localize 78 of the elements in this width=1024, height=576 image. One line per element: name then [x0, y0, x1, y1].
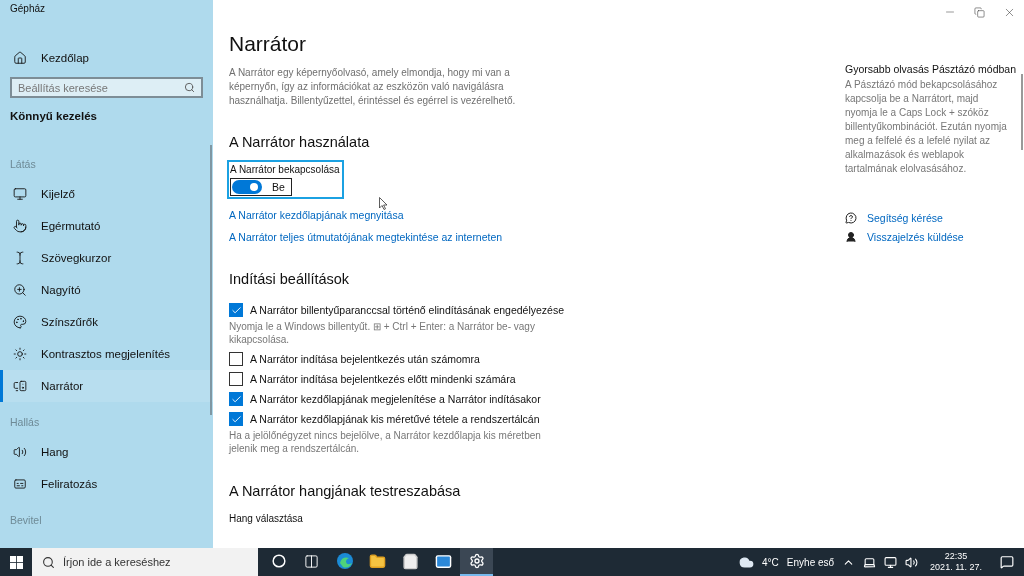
aside-text: A Pásztázó mód bekapcsolásához kapcsolja be a Narrátort, majd nyomja le a Caps Lock + szóköz billentyűkombinációt. Ezután nyomja meg a felfelé és a lefelé nyilat az alkalmazások és weblapok tartalmának elolvasásához.	[845, 78, 1008, 176]
hint-text: Nyomja le a Windows billentyűt. ⊞ + Ctrl + Enter: a Narrátor be- vagy kikapcsolása.	[229, 320, 536, 346]
taskbar-button[interactable]	[460, 548, 493, 576]
taskbar-search-field[interactable]: Írjon ide a kereséshez	[32, 548, 258, 576]
checkbox-label: A Narrátor kezdőlapjának megjelenítése a Narrátor indításakor	[250, 393, 541, 405]
toggle-switch[interactable]	[232, 180, 262, 194]
zoom-in-icon	[13, 283, 27, 297]
help-icon	[845, 212, 857, 224]
search-icon	[42, 555, 55, 569]
circle-icon	[271, 554, 286, 568]
check-icon	[230, 393, 242, 405]
home-icon	[13, 51, 27, 66]
settings-icon	[468, 553, 485, 569]
clock[interactable]: 22:35 2021. 11. 27.	[930, 551, 982, 573]
section-heading: A Narrátor használata	[229, 134, 370, 150]
link[interactable]: Segítség kérése	[845, 212, 943, 224]
person-icon	[845, 231, 857, 243]
nav-item[interactable]: Kezdőlap	[0, 44, 213, 73]
checkbox-label: A Narrátor indítása bejelentkezés után számomra	[250, 353, 480, 365]
task-view-icon	[304, 553, 319, 569]
edge-icon	[335, 552, 354, 570]
mail-icon	[435, 552, 452, 570]
link[interactable]: A Narrátor teljes útmutatójának megtekintése az interneten	[229, 231, 503, 243]
checkbox[interactable]	[229, 412, 243, 426]
checkbox[interactable]	[229, 303, 243, 317]
nav-item[interactable]: Szövegkurzor	[0, 242, 213, 274]
nav-item[interactable]: Kontrasztos megjelenítés	[0, 338, 213, 370]
hand-pointer-icon	[13, 219, 27, 233]
checkbox[interactable]	[229, 372, 243, 386]
checkbox[interactable]	[229, 392, 243, 406]
section-heading: A Narrátor hangjának testreszabása	[229, 483, 461, 499]
section-title: Könnyű kezelés	[10, 110, 97, 122]
nav-item[interactable]: Nagyító	[0, 274, 213, 306]
nav-item[interactable]: Egérmutató	[0, 210, 213, 242]
check-icon	[230, 413, 242, 425]
weather-temperature: 4°C	[762, 556, 779, 568]
group-heading: Hallás	[10, 416, 40, 428]
monitor-icon	[13, 187, 27, 201]
notification-icon[interactable]	[1000, 555, 1014, 569]
checkbox-label: A Narrátor indítása bejelentkezés előtt mindenki számára	[250, 373, 516, 385]
search-icon	[184, 82, 195, 94]
nav-item[interactable]: Színszűrők	[0, 306, 213, 338]
group-heading: Látás	[10, 158, 36, 170]
section-heading: Indítási beállítások	[229, 271, 350, 287]
description: A Narrátor egy képernyőolvasó, amely elmondja, hogy mi van a képernyőn, így az információkat az eszközön való navigálásra használhatja. Billentyűzettel, érintéssel és egérrel is vezérelhető.	[229, 66, 517, 108]
mouse-cursor-icon	[379, 197, 388, 210]
monitor-icon[interactable]	[884, 555, 898, 569]
monitor-speaker-icon	[13, 379, 27, 393]
speaker-icon	[13, 445, 27, 459]
link[interactable]: A Narrátor kezdőlapjának megnyitása	[229, 209, 404, 221]
link[interactable]: Visszajelzés küldése	[845, 231, 964, 243]
field-label: Hang választása	[229, 513, 303, 524]
checkbox-label: A Narrátor billentyűparanccsal történő elindításának engedélyezése	[250, 304, 565, 316]
nav-item[interactable]: Narrátor	[0, 370, 213, 402]
captions-icon	[13, 477, 27, 491]
nav-item[interactable]: Hang	[0, 436, 213, 468]
restore-icon[interactable]	[974, 6, 985, 18]
toggle-label: A Narrátor bekapcsolása	[230, 164, 340, 175]
nav-item[interactable]: Kijelző	[0, 178, 213, 210]
sun-icon	[13, 347, 27, 361]
speaker-icon[interactable]	[905, 555, 919, 569]
cloud-icon	[739, 554, 755, 570]
page-title: Narrátor	[229, 32, 307, 56]
window-title: Gépház	[10, 3, 46, 14]
hint-text: Ha a jelölőnégyzet nincs bejelölve, a Narrátor kezdőlapja kis méretben jelenik meg a rendszertálcán.	[229, 429, 542, 455]
checkbox-label: A Narrátor kezdőlapjának kis méretűvé tétele a rendszertálcán	[250, 413, 540, 425]
laptop-icon[interactable]	[863, 555, 877, 569]
group-heading: Bevitel	[10, 514, 42, 526]
windows-icon	[9, 555, 23, 569]
weather-condition: Enyhe eső	[786, 556, 835, 568]
search-field[interactable]: Beállítás keresése	[10, 77, 203, 98]
checkbox[interactable]	[229, 352, 243, 366]
check-icon	[230, 304, 242, 316]
folder-icon	[369, 552, 386, 570]
aside-heading: Gyorsabb olvasás Pásztázó módban	[845, 63, 1016, 75]
nav-item[interactable]: Feliratozás	[0, 468, 213, 500]
toggle-state: Be	[272, 181, 285, 193]
palette-icon	[13, 315, 27, 329]
